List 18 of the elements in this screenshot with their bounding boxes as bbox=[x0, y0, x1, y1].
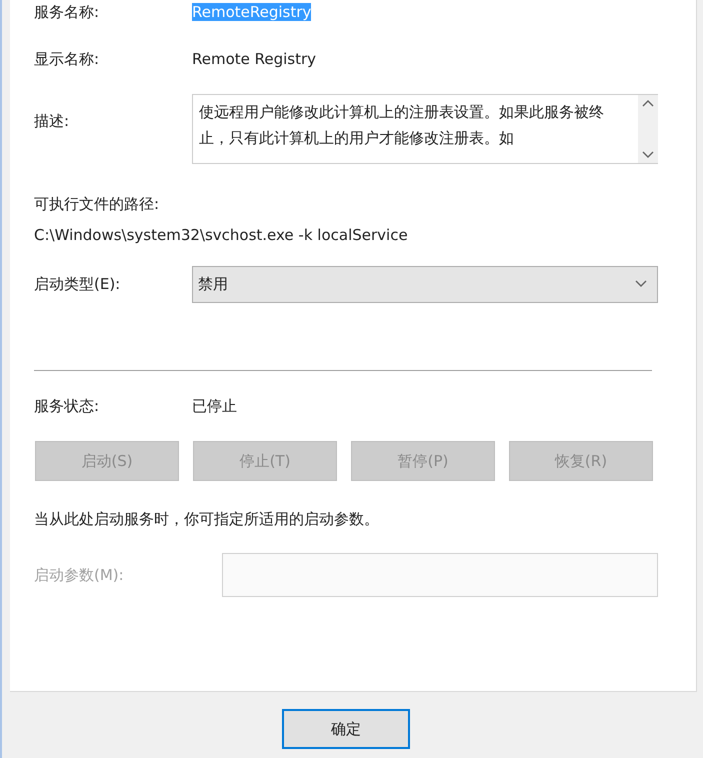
status-label: 服务状态: bbox=[34, 396, 100, 416]
display-name-value: Remote Registry bbox=[192, 50, 316, 68]
startup-type-dropdown[interactable]: 禁用 bbox=[192, 266, 658, 302]
path-value: C:\Windows\system32\svchost.exe -k localService bbox=[34, 226, 408, 244]
ok-button[interactable]: 确定 bbox=[282, 709, 410, 749]
field-label: 描述: bbox=[34, 112, 70, 131]
service-name-value: RemoteRegistry bbox=[192, 3, 312, 21]
chevron-down-icon[interactable] bbox=[635, 280, 647, 288]
parameters-label: 启动参数(M): bbox=[34, 566, 125, 584]
startup-type-label: 启动类型(E): bbox=[34, 274, 122, 294]
path-label: 可执行文件的路径: bbox=[34, 194, 160, 214]
scroll-down-icon[interactable] bbox=[642, 151, 654, 159]
field-label: 服务名称: bbox=[34, 2, 100, 22]
hint-text: 当从此处启动服务时，你可指定所适用的启动参数。 bbox=[34, 510, 379, 528]
description-text: 使远程用户能修改此计算机上的注册表设置。如果此服务被终止，只有此计算机上的用户才能修改注册表。如 bbox=[198, 102, 605, 149]
field-label: 显示名称: bbox=[34, 50, 100, 68]
status-value: 已停止 bbox=[192, 396, 237, 416]
scroll-up-icon[interactable] bbox=[642, 99, 654, 107]
